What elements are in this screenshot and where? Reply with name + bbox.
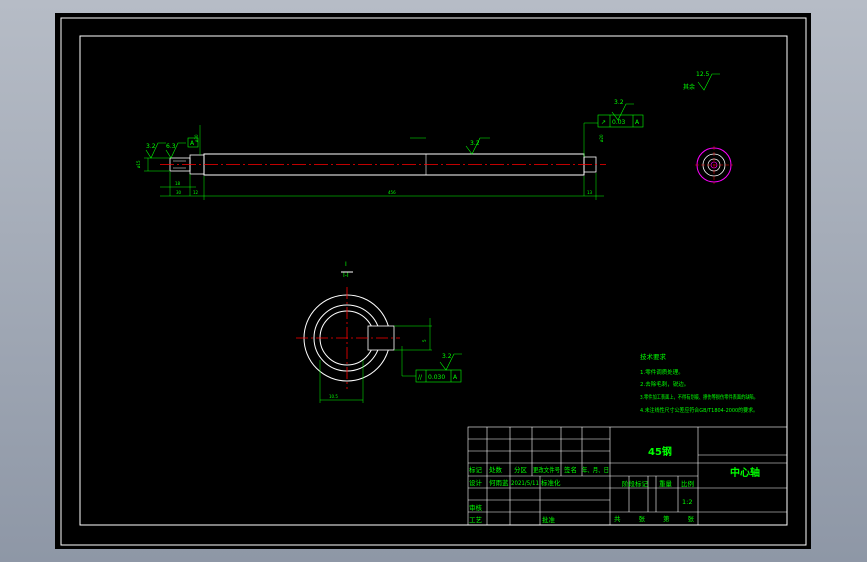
svg-text:I-I: I-I [343,272,349,279]
tb-scale: 1:2 [682,498,692,506]
dim-diameter-end: ø20 [599,134,604,142]
dim-diameter-left: ø15 [136,160,141,168]
shaft-front-view [160,153,606,176]
tb-review: 审核 [469,503,483,512]
tb-count: 处数 [489,465,503,474]
svg-text:↗: ↗ [601,119,606,126]
shaft-end-view [695,146,733,184]
roughness-symbol-section: 3.2 [439,353,462,371]
svg-text:3.2: 3.2 [470,140,480,147]
geometric-tolerance-frame-section: // 0.030 A [415,369,462,383]
inner-border [79,35,788,526]
tb-change-doc: 更改文件号 [533,465,560,474]
dim-left-step: 30 [176,190,182,195]
svg-text:3.2: 3.2 [146,143,156,150]
tech-req-title: 技术要求 [640,352,667,361]
roughness-symbol-right: 3.2 [611,99,634,121]
shaft-dimensions [144,122,604,200]
svg-text://: // [418,374,423,381]
outer-border [60,17,807,546]
dim-key-depth: 5 [422,339,427,342]
roughness-symbol-left-1: 3.2 [145,142,166,159]
tech-req-item-2: 2.去除毛刺，锐边。 [640,380,689,388]
svg-text:0.030: 0.030 [428,374,445,381]
section-view [296,287,400,389]
geometric-tolerance-frame-right: ↗ 0.03 A [597,114,644,128]
tb-design-label: 设计 [469,478,483,487]
svg-text:其余: 其余 [683,83,695,91]
svg-text:3.2: 3.2 [614,99,624,106]
svg-text:I: I [345,261,347,268]
svg-text:3.2: 3.2 [442,353,452,360]
dim-right-step: 13 [587,190,593,195]
tb-weight: 重量 [659,480,673,488]
roughness-symbol-body: 3.2 [465,137,490,155]
dim-overall-length: 456 [388,190,396,195]
svg-text:A: A [453,374,458,381]
tb-scale-label: 比例 [681,479,694,488]
tb-stage-mark: 阶段标记 [622,479,649,488]
tb-standardize: 标准化 [541,478,561,487]
roughness-symbol-left-2: 6.3 [165,142,186,159]
tb-approve: 批准 [542,515,556,524]
svg-text:0.03: 0.03 [612,119,626,126]
svg-text:6.3: 6.3 [166,143,176,150]
svg-text:A: A [635,119,640,126]
drawing-canvas[interactable]: 456 30 12 13 18 ø15 ø30 ø20 3.2 6.3 A 3.… [0,0,867,562]
title-material: 45钢 [648,445,672,458]
tb-sign: 签名 [564,465,577,474]
tb-design-date: 2021/5/11 [511,479,539,487]
tb-zone: 分区 [514,465,528,474]
tb-sheet-info: 共 张 第 张 [614,514,695,523]
dim-key-width: 10.5 [329,394,338,399]
tb-mark: 标记 [469,465,483,474]
dim-left-small: 18 [175,181,181,186]
section-cut-mark: I I-I [341,261,353,279]
svg-text:12.5: 12.5 [696,71,710,78]
title-part-name: 中心轴 [730,466,760,479]
tech-req-item-4: 4.未注线性尺寸公差应符合GB/T1804-2000的要求。 [640,406,758,414]
tech-req-item-1: 1.零件调质处理。 [640,368,684,376]
technical-requirements: 技术要求 1.零件调质处理。 2.去除毛刺，锐边。 3.零件加工表面上，不得有划… [640,352,758,414]
tb-date: 年、月、日 [582,465,609,474]
roughness-general: 12.5 其余 [683,71,720,91]
dim-left-step-2: 12 [193,190,199,195]
tb-designer: 何雨蓝 [489,478,509,487]
tb-process: 工艺 [469,516,483,524]
tech-req-item-3: 3.零件加工表面上，不得有划痕、擦伤等损伤零件表面的缺陷。 [640,393,758,401]
